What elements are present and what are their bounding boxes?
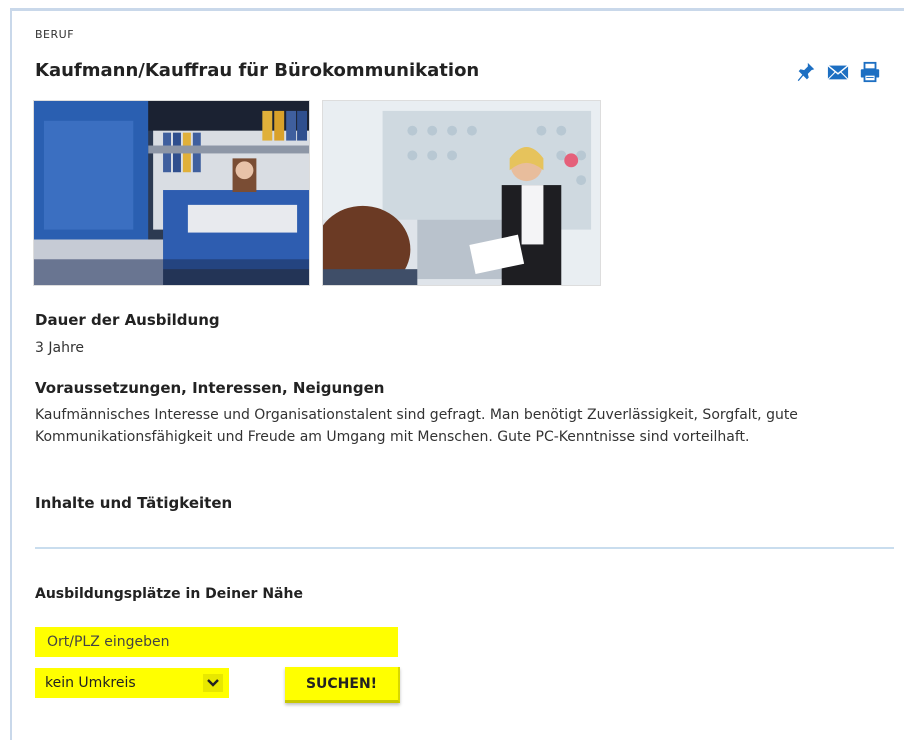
duration-heading: Dauer der Ausbildung [35,311,220,329]
contents-heading[interactable]: Inhalte und Tätigkeiten [35,494,232,512]
action-toolbar [794,60,882,84]
office-shelves-photo [33,100,310,286]
chevron-down-icon[interactable] [203,674,223,692]
radius-select[interactable]: kein Umkreis [35,668,229,698]
radius-select-value: kein Umkreis [45,675,136,691]
pin-icon[interactable] [794,60,818,84]
duration-value: 3 Jahre [35,340,84,356]
print-icon[interactable] [858,60,882,84]
page-title: Kaufmann/Kauffrau für Bürokommunikation [35,60,480,81]
training-search-heading: Ausbildungsplätze in Deiner Nähe [35,586,303,602]
requirements-text: Kaufmännisches Interesse und Organisatio… [35,407,798,445]
reception-photo [322,100,601,286]
search-button[interactable]: SUCHEN! [285,667,400,703]
section-divider [35,547,894,549]
location-input[interactable] [35,627,398,657]
requirements-heading: Voraussetzungen, Interessen, Neigungen [35,379,385,397]
mail-icon[interactable] [826,60,850,84]
category-label: BERUF [35,28,75,41]
